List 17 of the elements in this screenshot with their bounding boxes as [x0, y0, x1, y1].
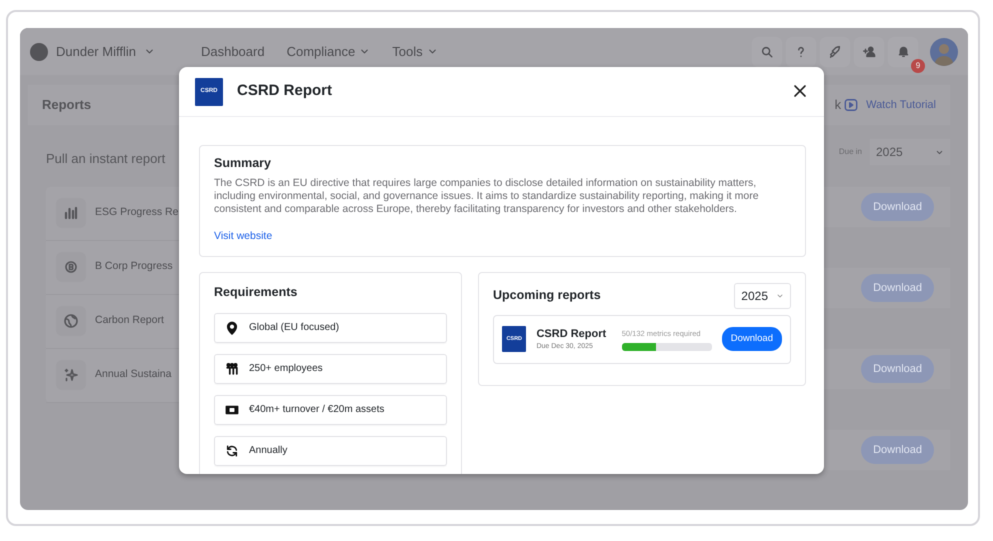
- report-name: CSRD Report: [536, 326, 608, 342]
- section-title: Pull an instant report: [46, 151, 166, 166]
- modal-title: CSRD Report: [237, 81, 332, 102]
- summary-title: Summary: [214, 156, 271, 170]
- requirement-item: Annually: [214, 436, 447, 466]
- requirement-item: 250+ employees: [214, 354, 447, 384]
- report-name: ESG Progress Re: [95, 205, 178, 220]
- summary-text: The CSRD is an EU directive that requires large companies to disclose detailed information on sustainability matters, including environmental, social, and governance issues. It aims to standardize sustainability reporting, making it more consistent and comparable across Europe, thereby facilitating transparency for investors and other stakeholders.: [214, 176, 760, 216]
- report-name: Carbon Report: [95, 313, 164, 328]
- report-name: B Corp Progress: [95, 259, 173, 274]
- requirement-item: Global (EU focused): [214, 312, 447, 342]
- notification-badge: 9: [911, 58, 925, 72]
- page-title: Reports: [42, 96, 92, 114]
- requirements-title: Requirements: [214, 284, 298, 299]
- upcoming-title: Upcoming reports: [493, 287, 601, 304]
- requirement-item: €40m+ turnover / €20m assets: [214, 394, 447, 424]
- report-name: Annual Sustaina: [95, 367, 172, 382]
